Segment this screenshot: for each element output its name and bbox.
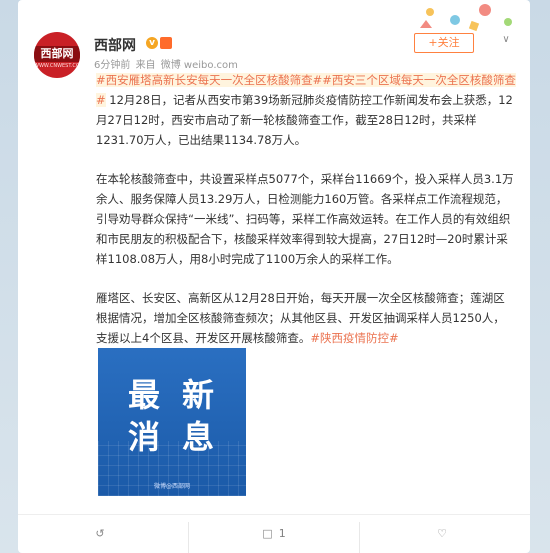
image-title-line-1: 最新 — [127, 376, 236, 414]
post-paragraph-2: 在本轮核酸筛查中，共设置采样点5077个，采样台11669个，投入采样人员3.1… — [96, 172, 514, 266]
paragraph-1-text: 12月28日，记者从西安市第39场新冠肺炎疫情防控工作新闻发布会上获悉，12月2… — [96, 93, 513, 147]
action-bar: ↺ □ 1 ♡ — [18, 514, 530, 553]
paragraph-3-text: 雁塔区、长安区、高新区从12月28日开始，每天开展一次全区核酸筛查；莲湖区根据情… — [96, 291, 505, 345]
verified-badge-icon: v — [146, 37, 158, 49]
post-paragraph-3: 雁塔区、长安区、高新区从12月28日开始，每天开展一次全区核酸筛查；莲湖区根据情… — [96, 288, 516, 348]
comment-icon: □ — [262, 527, 273, 540]
author-name[interactable]: 西部网 — [94, 35, 136, 55]
repost-button[interactable]: ↺ — [18, 522, 188, 553]
post-content: #西安雁塔高新长安每天一次全区核酸筛查##西安三个区域每天一次全区核酸筛查# 1… — [96, 70, 516, 367]
vip-badge-icon — [160, 37, 172, 49]
avatar[interactable]: 西部网 WWW.CNWEST.COM — [34, 32, 80, 78]
comment-count: 1 — [278, 527, 286, 540]
like-icon: ♡ — [437, 527, 447, 540]
avatar-logo-sub: WWW.CNWEST.COM — [34, 63, 80, 69]
repost-icon: ↺ — [95, 527, 105, 540]
decorative-banner — [420, 4, 512, 32]
follow-button[interactable]: +关注 — [414, 33, 474, 53]
topic-tag-3[interactable]: #陕西疫情防控# — [310, 331, 398, 345]
post-image[interactable]: 最新 消息 微博@西部网 — [98, 348, 246, 496]
post-paragraph-1: #西安雁塔高新长安每天一次全区核酸筛查##西安三个区域每天一次全区核酸筛查# 1… — [96, 70, 516, 150]
comment-button[interactable]: □ 1 — [188, 522, 359, 553]
post-meta: 6分钟前 来自 微博 weibo.com — [94, 56, 240, 71]
image-watermark: 微博@西部网 — [153, 483, 190, 490]
avatar-logo-text: 西部网 — [34, 46, 80, 62]
weibo-post-card: 西部网 WWW.CNWEST.COM 西部网 v 6分钟前 来自 微博 weib… — [18, 0, 530, 553]
topic-tag-1[interactable]: #西安雁塔高新长安每天一次全区核酸筛查# — [96, 73, 323, 87]
like-button[interactable]: ♡ — [359, 522, 530, 553]
post-header: 西部网 WWW.CNWEST.COM 西部网 v 6分钟前 来自 微博 weib… — [34, 30, 514, 78]
chevron-down-icon[interactable]: ∨ — [498, 34, 514, 50]
